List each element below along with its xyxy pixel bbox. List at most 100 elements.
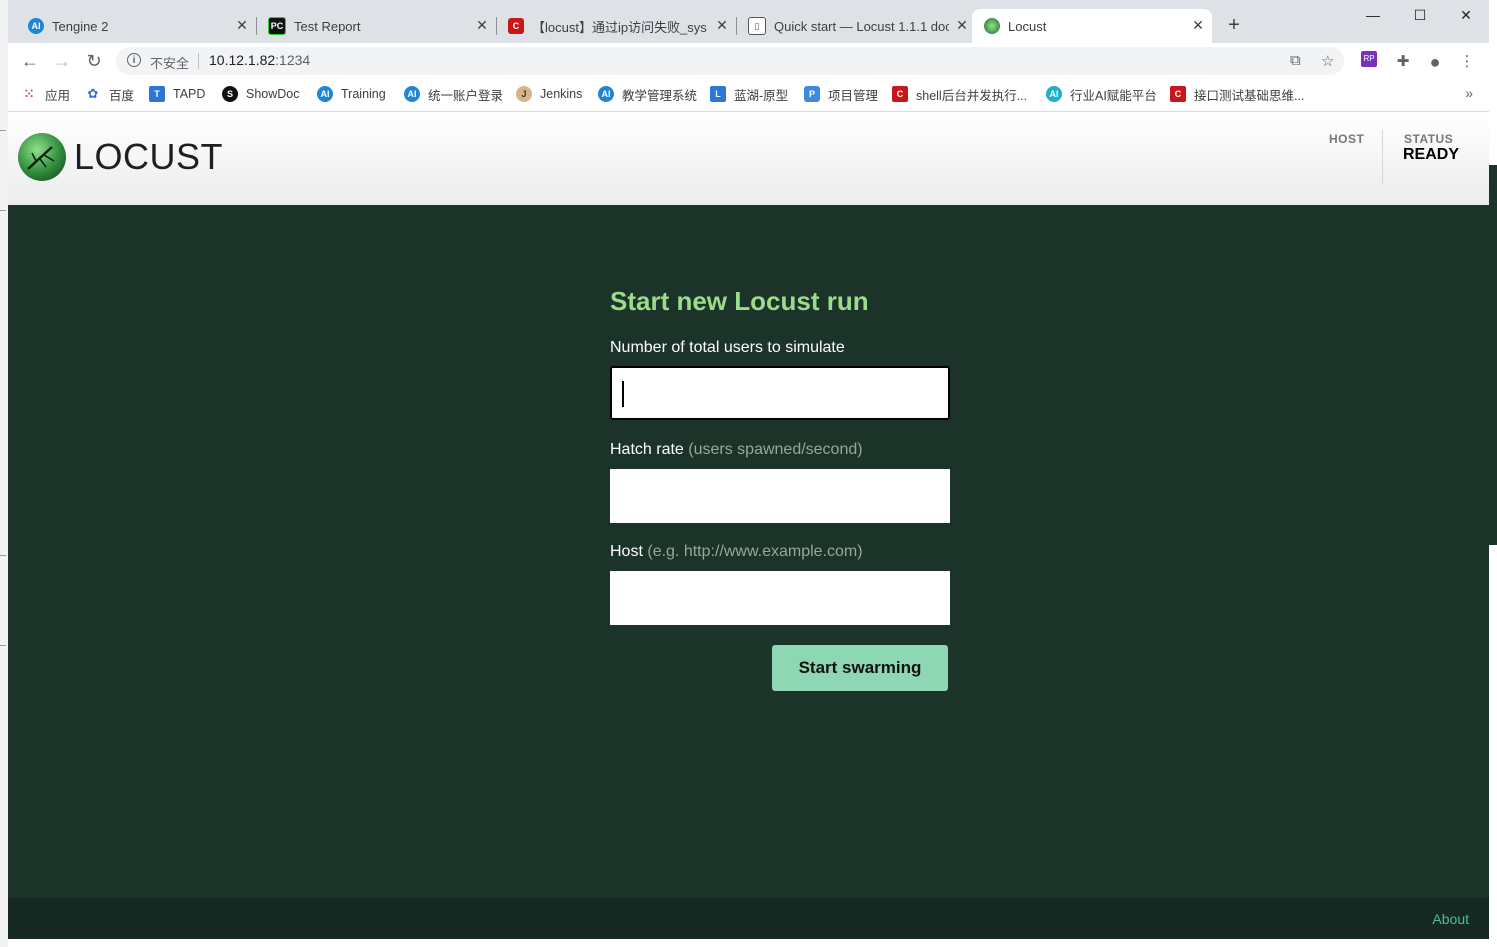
- tab-strip: AI Tengine 2 ✕ PC Test Report ✕ C 【locus…: [8, 0, 1489, 43]
- locust-logo[interactable]: LOCUST: [18, 133, 223, 181]
- rp-extension-icon[interactable]: RP: [1361, 51, 1377, 67]
- host-label: HOST: [1329, 132, 1365, 146]
- locust-icon: [984, 18, 1000, 34]
- ai-logo-icon: AI: [598, 86, 614, 102]
- bookmark-showdoc[interactable]: S ShowDoc: [222, 85, 300, 103]
- tab-title: 【locust】通过ip访问失败_sysu_: [532, 19, 707, 35]
- tab-title: Locust: [1008, 18, 1047, 34]
- bookmark-label: Jenkins: [540, 87, 583, 101]
- menu-kebab-icon[interactable]: ⋮: [1457, 52, 1477, 72]
- csdn-icon: C: [508, 18, 524, 34]
- forward-arrow-icon[interactable]: →: [50, 49, 74, 73]
- ai-logo-icon: AI: [1046, 86, 1062, 102]
- bookmark-tapd[interactable]: T TAPD: [149, 85, 205, 103]
- bookmark-label: 接口测试基础思维...: [1194, 88, 1305, 103]
- tab-test-report[interactable]: PC Test Report ✕: [256, 9, 496, 43]
- bookmark-training[interactable]: AI Training: [317, 85, 386, 103]
- start-swarming-button[interactable]: Start swarming: [772, 645, 948, 691]
- background-window-edge: [0, 0, 8, 947]
- bookmark-label: 行业AI赋能平台: [1070, 88, 1157, 103]
- close-icon[interactable]: ✕: [714, 17, 730, 33]
- tab-quick-start[interactable]: ▯ Quick start — Locust 1.1.1 doc ✕: [736, 9, 976, 43]
- locust-page: LOCUST HOST STATUS READY Start new Locus…: [8, 112, 1489, 939]
- close-icon[interactable]: ✕: [474, 17, 490, 33]
- new-tab-button[interactable]: +: [1222, 14, 1246, 37]
- status-label: STATUS: [1404, 132, 1454, 146]
- hatch-rate-hint: (users spawned/second): [688, 441, 863, 458]
- background-window-edge-right: [1489, 0, 1497, 947]
- csdn-icon: C: [1170, 86, 1186, 102]
- locust-header: LOCUST HOST STATUS READY: [8, 112, 1489, 205]
- bookmark-project-mgmt[interactable]: P 项目管理: [804, 85, 878, 103]
- bookmark-label: 教学管理系统: [622, 88, 698, 103]
- bookmark-star-icon[interactable]: ☆: [1321, 52, 1334, 70]
- tab-locust[interactable]: Locust ✕: [972, 9, 1212, 43]
- tab-title: Quick start — Locust 1.1.1 doc: [774, 18, 949, 34]
- bookmark-baidu[interactable]: ✿ 百度: [85, 85, 134, 103]
- tab-csdn-locust[interactable]: C 【locust】通过ip访问失败_sysu_ ✕: [496, 9, 736, 43]
- back-arrow-icon[interactable]: ←: [18, 49, 42, 73]
- users-label: Number of total users to simulate: [610, 339, 845, 356]
- showdoc-icon: S: [222, 86, 238, 102]
- browser-window: AI Tengine 2 ✕ PC Test Report ✕ C 【locus…: [8, 0, 1489, 939]
- logo-text: LOCUST: [74, 136, 224, 177]
- bookmark-jenkins[interactable]: J Jenkins: [516, 85, 582, 103]
- close-icon[interactable]: ✕: [1190, 17, 1206, 33]
- bookmark-ai-platform[interactable]: AI 行业AI赋能平台: [1046, 85, 1157, 103]
- window-close-button[interactable]: ✕: [1443, 4, 1489, 26]
- host-field-hint: (e.g. http://www.example.com): [647, 543, 863, 560]
- hatch-rate-input[interactable]: [610, 469, 950, 523]
- address-bar[interactable]: i 不安全 10.12.1.82:1234 ⧉ ☆: [116, 47, 1344, 75]
- lanhu-icon: L: [710, 86, 726, 102]
- csdn-icon: C: [892, 86, 908, 102]
- bookmark-api-testing[interactable]: C 接口测试基础思维...: [1170, 85, 1304, 103]
- apps-grid-icon: ⁙: [23, 87, 35, 101]
- info-icon[interactable]: i: [127, 53, 141, 67]
- profile-avatar-icon[interactable]: ●: [1425, 52, 1445, 72]
- host-field-label: Host (e.g. http://www.example.com): [610, 543, 863, 561]
- bookmark-label: ShowDoc: [246, 87, 300, 101]
- ai-logo-icon: AI: [317, 86, 333, 102]
- bookmark-label: 项目管理: [828, 88, 879, 103]
- tab-title: Tengine 2: [52, 18, 109, 34]
- close-icon[interactable]: ✕: [954, 17, 970, 33]
- locust-footer: About: [8, 898, 1489, 939]
- pycharm-icon: PC: [268, 17, 286, 35]
- bookmarks-overflow-button[interactable]: »: [1465, 85, 1473, 101]
- close-icon[interactable]: ✕: [234, 17, 250, 33]
- minimize-button[interactable]: —: [1350, 4, 1396, 26]
- security-label[interactable]: 不安全: [150, 53, 189, 72]
- form-title: Start new Locust run: [610, 286, 869, 316]
- bookmark-apps[interactable]: ⁙ 应用: [21, 85, 70, 103]
- tab-title: Test Report: [294, 18, 361, 34]
- ai-logo-icon: AI: [404, 86, 420, 102]
- url-text[interactable]: 10.12.1.82:1234: [209, 52, 310, 68]
- url-host: 10.12.1.82: [209, 52, 276, 68]
- reload-icon[interactable]: ↻: [82, 49, 106, 73]
- project-icon: P: [804, 86, 820, 102]
- maximize-button[interactable]: ☐: [1397, 4, 1443, 26]
- bookmark-unified-login[interactable]: AI 统一账户登录: [404, 85, 503, 103]
- tab-tengine[interactable]: AI Tengine 2 ✕: [16, 9, 256, 43]
- docs-book-icon: ▯: [748, 17, 766, 35]
- bookmark-lanhu[interactable]: L 蓝湖-原型: [710, 85, 788, 103]
- users-input[interactable]: [610, 366, 950, 420]
- translate-icon[interactable]: ⧉: [1290, 52, 1301, 69]
- bookmark-label: 应用: [45, 88, 71, 103]
- browser-toolbar: ← → ↻ i 不安全 10.12.1.82:1234 ⧉ ☆ RP ✚ ● ⋮: [8, 43, 1489, 79]
- bookmark-label: TAPD: [173, 87, 206, 101]
- hatch-rate-label-text: Hatch rate: [610, 441, 684, 458]
- hatch-rate-label: Hatch rate (users spawned/second): [610, 441, 863, 459]
- bookmark-shell[interactable]: Cshell后台并发执行...: [892, 85, 1027, 103]
- host-input[interactable]: [610, 571, 950, 625]
- text-caret: [622, 381, 624, 407]
- bookmarks-bar: ⁙ 应用 ✿ 百度 T TAPD S ShowDoc AI Training AI 统一账户…: [8, 79, 1489, 112]
- about-link[interactable]: About: [1432, 911, 1469, 927]
- host-field-label-text: Host: [610, 543, 643, 560]
- extensions-puzzle-icon[interactable]: ✚: [1393, 52, 1413, 72]
- bookmark-teaching-system[interactable]: AI 教学管理系统: [598, 85, 697, 103]
- jenkins-icon: J: [516, 86, 532, 102]
- ai-logo-icon: AI: [28, 18, 44, 34]
- bookmark-label: 蓝湖-原型: [734, 88, 789, 103]
- tapd-icon: T: [149, 86, 165, 102]
